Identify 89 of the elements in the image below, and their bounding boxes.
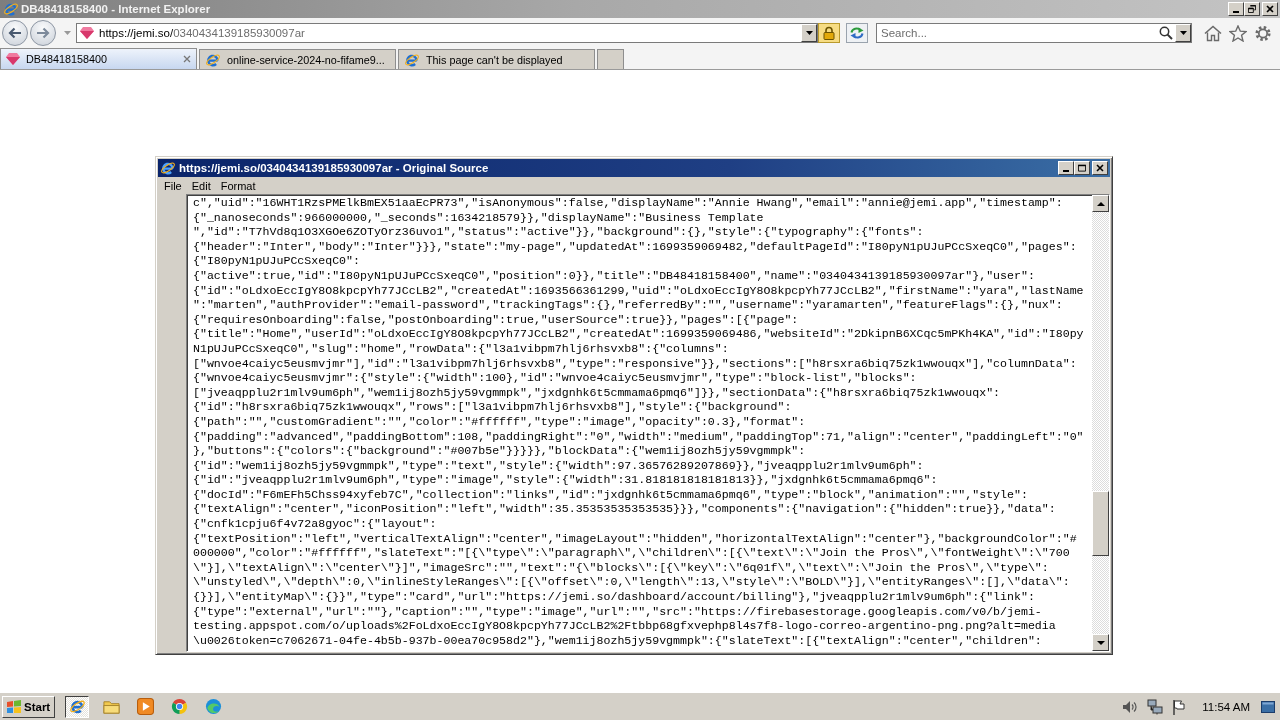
- e-logo-icon: [68, 698, 86, 715]
- source-line: },"buttons":{"colors":{"background":"#007b5e"}}}}},"blockData":{"wem1ij8ozh5jy59vgmmpk":: [193, 444, 806, 459]
- folder-icon: [102, 698, 120, 715]
- source-line: {"wnvoe4caiyc5eusmvjmr":{"style":{"width":100},"id":"wnvoe4caiyc5eusmvjmr","type":"block-list","blocks":: [193, 371, 917, 386]
- source-line: ","id":"T7hVd8q1O3XGOe6ZOTyOrz36uvo1","status":"active"}},"background":{},"style":{"typography":{"fonts":: [193, 225, 924, 240]
- source-line: N1pUJuPCcSxeqC0","slug":"home","rowData":{"l3a1vibpm7hlj6rhsvxb8":{"columns":: [193, 341, 729, 357]
- forward-button[interactable]: [30, 20, 56, 46]
- source-line: \"unstyled\",\"depth\":0,\"inlineStyleRanges\":[{\"offset\":0,\"length\":13,\"style\":\"BOLD\"}],\"entityRanges\":[],\"data\":: [193, 575, 1070, 591]
- scroll-down-button[interactable]: [1092, 634, 1109, 651]
- search-icon: [1159, 26, 1173, 40]
- source-line: {"active":true,"id":"I80pyN1pUJuPCcSxeqC0","position":0}},"title":"DB48418158400","name":"0340434139185930097ar"},"user":: [193, 268, 1035, 284]
- e-logo-icon: [160, 160, 176, 176]
- star-icon[interactable]: [1229, 24, 1247, 42]
- up-arrow-icon: [1096, 201, 1105, 206]
- security-button[interactable]: [818, 23, 840, 43]
- tab[interactable]: DB48418158400: [0, 48, 197, 69]
- caret-icon: [805, 31, 813, 35]
- close-icon[interactable]: [183, 55, 191, 63]
- scroll-up-button[interactable]: [1092, 195, 1109, 212]
- source-line: testing.appspot.com/o/uploads%2FoLdxoEccIgY8O8kpcpYh77JCcLB2%2Ftbbp68gfxvephp8l4s7f8-logo-correo-argentino-png.png?alt=media: [193, 619, 1056, 634]
- caret-icon: [1179, 31, 1187, 35]
- source-line: ["jveaqpplu2r1mlv9um6ph","wem1ij8ozh5jy59vgmmpk","jxdgnhk6t5cmmama6pmq6"]}},"sectionData":{"h8rsxra6biq75zk1wwouqx":: [193, 385, 1001, 401]
- forward-arrow-icon: [36, 27, 50, 39]
- refresh-icon: [849, 26, 865, 40]
- dropdown-button[interactable]: [801, 24, 817, 42]
- source-line: {"padding":"advanced","paddingBottom":108,"paddingRight":"0","width":"medium","paddingTop":71,"align":"center","paddingLeft":"0": [193, 429, 1084, 445]
- source-line: {"_nanoseconds":966000000,"_seconds":1634218579}},"displayName":"Business Template: [193, 210, 764, 226]
- maximize-button[interactable]: [1074, 161, 1090, 175]
- source-line: {"title":"Home","userId":"oLdxoEccIgY8O8kpcpYh77JCcLB2","createdAt":1699359069486,"websiteId":"2DkipnB6XCqc5mPKh4KA","id":"I80py: [193, 327, 1084, 342]
- circle-logo-icon: [170, 698, 188, 715]
- source-line: {"docId":"F6mEFh5Chss94xyfeb7C","collection":"links","id":"jxdgnhk6t5cmmama6pmq6","type":"block","animation":"","style":: [193, 487, 1028, 503]
- back-arrow-icon: [8, 27, 22, 39]
- restore-button[interactable]: [1244, 2, 1260, 16]
- close-button[interactable]: [1262, 2, 1278, 16]
- lock-icon: [823, 26, 835, 40]
- source-line: {"type":"external","url":""},"caption":"","type":"image","url":"","src":"https://firebasestorage.googleapis.com/v0/b/jemi-: [193, 604, 1042, 620]
- source-line: {"id":"wem1ij8ozh5jy59vgmmpk","type":"text","style":{"width":97.36576289207869}},"jveaqpplu2r1mlv9um6ph":: [193, 458, 924, 474]
- gem-icon: [80, 27, 94, 39]
- restore-icon: [1248, 5, 1256, 13]
- windows-logo-icon: [6, 699, 22, 714]
- search-field[interactable]: Search...: [876, 23, 1192, 43]
- close-icon: [1266, 5, 1274, 13]
- menu-item[interactable]: Edit: [186, 179, 216, 192]
- tab[interactable]: online-service-2024-no-fifame9...: [199, 49, 396, 69]
- source-line: {"id":"h8rsxra6biq75zk1wwouqx","rows":["l3a1vibpm7hlj6rhsvxb8"],"style":{"background":: [193, 400, 792, 415]
- maximize-icon: [1078, 164, 1086, 172]
- source-line: {"path":"","customGradient":"","color":"#ffffff","type":"image","opacity":0.3},"format":: [193, 414, 806, 430]
- source-line: 000000","color":"#ffffff","slateText":"[{\"type\":\"paragraph\",\"children\":[{\"text\":\"Join the Pros\",\"fontWeight\":\"700: [193, 546, 1070, 561]
- down-arrow-icon: [1096, 640, 1105, 645]
- address-field[interactable]: https://jemi.so/0340434139185930097ar: [76, 23, 818, 43]
- source-line: {"header":"Inter","body":"Inter"}}},"state":"my-page","updatedAt":1699359069482,"defaultPageId":"I80pyN1pUJuPCcSxeqC0","pages":: [193, 239, 1077, 255]
- settings-icon[interactable]: [1254, 24, 1272, 42]
- source-line: ["wnvoe4caiyc5eusmvjmr"],"id":"l3a1vibpm7hlj6rhsvxb8","type":"responsive"}},"sections":["h8rsxra6biq75zk1wwouqx"],"columnData":: [193, 356, 1077, 372]
- show-desktop-icon[interactable]: [1261, 700, 1275, 713]
- clock[interactable]: 11:54 AM: [1202, 700, 1250, 713]
- gem-icon: [6, 53, 20, 65]
- dropdown-button[interactable]: [1175, 24, 1191, 42]
- close-button[interactable]: [1092, 161, 1108, 175]
- source-line: {"I80pyN1pUJuPCcSxeqC0":: [193, 254, 360, 269]
- caret-icon: [63, 31, 71, 35]
- minimize-button[interactable]: [1228, 2, 1244, 16]
- back-button[interactable]: [2, 20, 28, 46]
- refresh-button[interactable]: [846, 23, 868, 43]
- home-icon[interactable]: [1204, 24, 1222, 42]
- source-line: {"id":"jveaqpplu2r1mlv9um6ph","type":"image","style":{"width":31.818181818181813}},"jxdgnhk6t5cmmama6pmq6":: [193, 473, 938, 488]
- taskbar-button[interactable]: [65, 695, 90, 718]
- minimize-button[interactable]: [1058, 161, 1074, 175]
- menu-item[interactable]: Format: [215, 179, 261, 192]
- source-line: {"textAlign":"center","iconPosition":"left","width":35.35353535353535}}},"components":{"navigation":{"hidden":true}},"data":: [193, 502, 1056, 518]
- window-title: DB48418158400 - Internet Explorer: [21, 3, 211, 15]
- media-player-icon: [136, 698, 154, 715]
- source-line: {}}],\"entityMap\":{}}","type":"card","url":"https://jemi.so/dashboard/account/billing"},"jveaqpplu2r1mlv9um6ph":{"link":: [193, 590, 1035, 605]
- menu-item[interactable]: File: [159, 179, 187, 192]
- source-line: c","uid":"16WHT1RzsPMElkBmEX51aaEcPR73","isAnonymous":false,"displayName":"Annie Hwang","email":"annie@jemi.app","timestamp":: [193, 196, 1063, 211]
- source-line: ":"marten","authProvider":"email-password","trackingTags":{},"referredBy":"","username":"yaramarten","featureFlags":{},"nux":: [193, 298, 1063, 313]
- swirl-logo-icon: [204, 698, 222, 715]
- e-logo-icon: [3, 1, 19, 17]
- network-icon[interactable]: [1147, 698, 1164, 715]
- source-line: {"id":"oLdxoEccIgY8O8kpcpYh77JCcLB2","createdAt":1693566361299,"uid":"oLdxoEccIgY8O8kpcpYh77JCcLB2","firstName":"yara","lastName: [193, 283, 1084, 299]
- source-line: {"textPosition":"left","verticalTextAlign":"center","imageLayout":"hidden","horizontalTextAlign":"center"},"backgroundColor":"#: [193, 531, 1077, 547]
- source-line: \"}],\"textAlign\":\"center\"}]","imageSrc":"","text":"{\"blocks\":[{\"key\":\"6q01f\",\"text\":\"Join the Pros\",\"type\":: [193, 560, 1049, 576]
- source-line: {"cnfk1cpju6f4v72a8gyoc":{"layout":: [193, 517, 437, 532]
- source-window-title: https://jemi.so/0340434139185930097ar - Original Source: [179, 162, 489, 174]
- source-line: {"requiresOnboarding":false,"postOnboarding":true,"userSource":true}},"pages":[{"page":: [193, 312, 799, 328]
- close-icon: [1096, 164, 1104, 172]
- scrollbar-thumb[interactable]: [1092, 491, 1109, 556]
- source-line: \u0026token=c7062671-04fe-4b5b-937b-00ea70c958d2"},"wem1ij8ozh5jy59vgmmpk":{"slateText":[{"textAlign":"center","children":: [193, 633, 1042, 649]
- tab[interactable]: This page can't be displayed: [398, 49, 595, 69]
- start-button[interactable]: Start: [2, 695, 56, 718]
